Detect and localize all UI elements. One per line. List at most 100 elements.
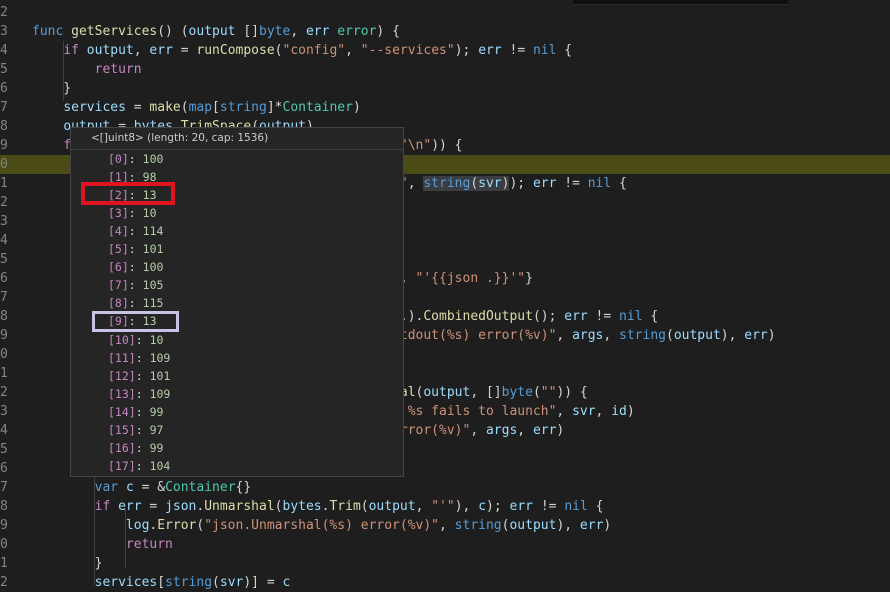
- array-value: 114: [142, 224, 164, 239]
- code-text[interactable]: services[string(svr)] = c: [32, 573, 291, 592]
- code-line[interactable]: 8 if err = json.Unmarshal(bytes.Trim(out…: [0, 497, 890, 516]
- array-index: [8]: [108, 296, 129, 311]
- line-number: 5: [0, 442, 8, 457]
- separator: :: [128, 242, 143, 257]
- array-index: [12]: [108, 368, 136, 383]
- array-index: [3]: [108, 206, 129, 221]
- line-number: 4: [0, 43, 8, 58]
- line-number: 4: [0, 423, 8, 438]
- array-value: 100: [142, 152, 164, 166]
- code-text[interactable]: var c = &Container{}: [32, 478, 252, 497]
- array-index: [7]: [108, 278, 129, 293]
- array-element-row[interactable]: [17]: 104: [108, 457, 170, 475]
- array-index: [10]: [108, 332, 136, 347]
- separator: :: [135, 368, 150, 383]
- array-value: 10: [149, 332, 164, 347]
- array-element-row[interactable]: [5]: 101: [108, 240, 163, 258]
- separator: :: [135, 404, 150, 419]
- code-line[interactable]: 5 return: [0, 60, 890, 79]
- line-number: 0: [0, 157, 8, 172]
- line-number: 2: [0, 195, 8, 210]
- separator: :: [135, 350, 150, 365]
- array-index: [4]: [108, 224, 129, 239]
- line-number: 3: [0, 214, 8, 229]
- separator: :: [128, 296, 143, 311]
- code-line[interactable]: 2: [0, 3, 890, 22]
- line-number: 8: [0, 499, 8, 514]
- code-text[interactable]: if err = json.Unmarshal(bytes.Trim(outpu…: [32, 497, 604, 516]
- array-value: 97: [149, 422, 164, 437]
- array-element-row[interactable]: [8]: 115: [108, 294, 163, 312]
- array-element-row[interactable]: [0]: 100: [108, 150, 163, 168]
- array-element-row[interactable]: [7]: 105: [108, 276, 163, 294]
- line-number: 4: [0, 233, 8, 248]
- line-number: 7: [0, 480, 8, 495]
- array-element-row[interactable]: [3]: 10: [108, 204, 157, 222]
- array-element-row[interactable]: [4]: 114: [108, 222, 163, 240]
- line-number: 3: [0, 404, 8, 419]
- array-index: [16]: [108, 440, 136, 455]
- code-text[interactable]: return: [32, 60, 142, 79]
- array-element-row[interactable]: [13]: 109: [108, 385, 170, 403]
- code-text[interactable]: log.Error("json.Unmarshal(%s) error(%v)"…: [32, 516, 611, 535]
- code-line[interactable]: 7 services = make(map[string]*Container): [0, 98, 890, 117]
- line-number: 7: [0, 290, 8, 305]
- title-bar-fragment: [573, 0, 788, 5]
- separator: :: [135, 332, 150, 347]
- array-index: [6]: [108, 260, 129, 275]
- array-index: [11]: [108, 350, 136, 365]
- array-value: 115: [142, 296, 164, 311]
- array-index: [15]: [108, 422, 136, 437]
- line-number: 8: [0, 119, 8, 134]
- array-index: [14]: [108, 404, 136, 419]
- line-number: 5: [0, 62, 8, 77]
- array-value: 100: [142, 260, 164, 275]
- code-line[interactable]: 2 services[string(svr)] = c: [0, 573, 890, 592]
- array-index: [0]: [108, 152, 129, 166]
- annotation-lavender-box: [92, 311, 179, 332]
- array-value: 109: [149, 386, 171, 401]
- code-text[interactable]: func getServices() (output []byte, err e…: [32, 22, 400, 41]
- line-number: 6: [0, 461, 8, 476]
- code-line[interactable]: 1 }: [0, 554, 890, 573]
- array-index: [5]: [108, 242, 129, 257]
- array-value: 99: [149, 440, 164, 455]
- line-number: 6: [0, 271, 8, 286]
- code-line[interactable]: 7 var c = &Container{}: [0, 478, 890, 497]
- array-element-row[interactable]: [6]: 100: [108, 258, 163, 276]
- line-number: 8: [0, 309, 8, 324]
- array-element-row[interactable]: [12]: 101: [108, 367, 170, 385]
- separator: :: [135, 458, 150, 473]
- debug-hover-widget[interactable]: <[]uint8> (length: 20, cap: 1536) [0]: 1…: [70, 127, 404, 477]
- code-text[interactable]: return: [32, 535, 173, 554]
- array-value: 101: [149, 368, 171, 383]
- code-line[interactable]: 6 }: [0, 79, 890, 98]
- array-element-row[interactable]: [10]: 10: [108, 331, 163, 349]
- indent-guide: [63, 41, 64, 101]
- code-text[interactable]: if output, err = runCompose("config", "-…: [32, 41, 572, 60]
- code-text[interactable]: services = make(map[string]*Container): [32, 98, 360, 117]
- line-number: 3: [0, 24, 8, 39]
- separator: :: [128, 278, 143, 293]
- line-number: 2: [0, 5, 8, 20]
- array-element-row[interactable]: [15]: 97: [108, 421, 163, 439]
- array-element-row[interactable]: [14]: 99: [108, 403, 163, 421]
- code-line[interactable]: 4 if output, err = runCompose("config", …: [0, 41, 890, 60]
- array-index: [17]: [108, 458, 136, 473]
- code-text[interactable]: }: [32, 79, 71, 98]
- line-number: 1: [0, 366, 8, 381]
- line-number: 6: [0, 81, 8, 96]
- separator: :: [128, 260, 143, 275]
- array-element-row[interactable]: [11]: 109: [108, 349, 170, 367]
- code-line[interactable]: 3 func getServices() (output []byte, err …: [0, 22, 890, 41]
- line-number: 0: [0, 347, 8, 362]
- code-line[interactable]: 0 return: [0, 535, 890, 554]
- line-number: 9: [0, 138, 8, 153]
- code-text[interactable]: }: [32, 554, 103, 573]
- array-value: 99: [149, 404, 164, 419]
- code-line[interactable]: 9 log.Error("json.Unmarshal(%s) error(%v…: [0, 516, 890, 535]
- array-element-row[interactable]: [16]: 99: [108, 439, 163, 457]
- line-number: 9: [0, 518, 8, 533]
- separator: :: [128, 152, 143, 166]
- array-index: [13]: [108, 386, 136, 401]
